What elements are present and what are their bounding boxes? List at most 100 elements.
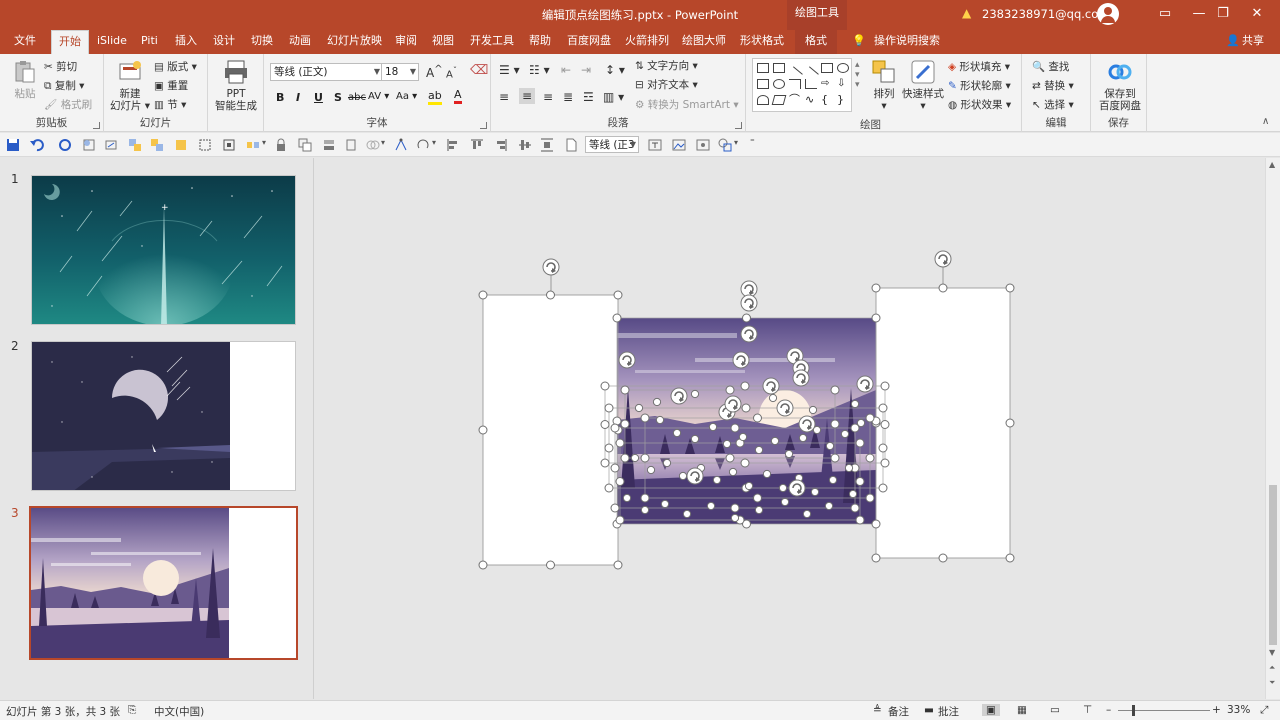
zoom-in-button[interactable]: + <box>1212 704 1221 716</box>
edit-point-handle[interactable] <box>808 405 818 415</box>
edit-point-handle[interactable] <box>622 493 632 503</box>
shape-rect-alt[interactable] <box>757 79 769 89</box>
resize-handle[interactable] <box>938 283 948 293</box>
next-slide-arrow[interactable]: ⏷ <box>1269 678 1275 688</box>
resize-handle[interactable] <box>830 453 840 463</box>
scroll-up-arrow[interactable]: ▲ <box>1269 160 1275 169</box>
scroll-down-arrow[interactable]: ▼ <box>1269 648 1275 657</box>
italic-button[interactable]: I <box>296 91 300 104</box>
char-spacing-button[interactable]: AV ▾ <box>368 91 389 102</box>
align-shapes-icon[interactable] <box>128 138 142 152</box>
edit-point-handle[interactable] <box>778 483 788 493</box>
paragraph-launcher[interactable] <box>735 122 742 129</box>
intersect-icon[interactable] <box>366 138 380 152</box>
vertical-scrollbar[interactable]: ▲ ▼ ⏶ ⏷ <box>1265 158 1280 699</box>
rotate-handle-icon[interactable] <box>686 467 704 485</box>
resize-handle[interactable] <box>830 419 840 429</box>
resize-handle[interactable] <box>620 385 630 395</box>
resize-handle[interactable] <box>741 403 751 413</box>
shape-right-arrow[interactable]: ⇨ <box>821 79 833 89</box>
shape-down-arrow[interactable]: ⇩ <box>837 79 849 89</box>
edit-point-handle[interactable] <box>646 465 656 475</box>
save-icon[interactable] <box>6 138 20 152</box>
crop-icon[interactable] <box>198 138 212 152</box>
highlight-color-button[interactable]: ab <box>428 89 442 105</box>
merge-shapes-icon[interactable] <box>174 138 188 152</box>
tab-format[interactable]: 格式 <box>795 30 837 54</box>
resize-handle[interactable] <box>478 425 488 435</box>
align-text-button[interactable]: ⊟ 对齐文本 ▾ <box>635 77 698 92</box>
tab-drawing-master[interactable]: 绘图大师 <box>682 30 726 54</box>
zoom-level[interactable]: 33% <box>1227 704 1250 716</box>
columns-button[interactable]: ▥ ▾ <box>603 90 624 104</box>
edit-point-handle[interactable] <box>722 439 732 449</box>
resize-handle[interactable] <box>753 413 762 423</box>
edit-point-handle[interactable] <box>730 513 740 523</box>
slide-thumbnail-1[interactable]: + <box>31 175 296 325</box>
underline-button[interactable]: U <box>314 91 323 104</box>
spellcheck-icon[interactable]: ⎘ <box>128 704 136 717</box>
slide-thumbnail-3[interactable] <box>29 506 298 660</box>
resize-handle[interactable] <box>610 503 620 513</box>
rotate-handle-icon[interactable] <box>788 479 806 497</box>
resize-handle[interactable] <box>938 553 948 563</box>
lock-icon[interactable] <box>274 138 288 152</box>
resize-handle[interactable] <box>613 560 623 570</box>
account-name[interactable]: 2383238971@qq.com <box>982 7 1109 21</box>
resize-handle[interactable] <box>725 385 735 395</box>
grow-font-button[interactable]: A^ <box>426 64 443 80</box>
resize-handle[interactable] <box>604 483 614 493</box>
resize-handle[interactable] <box>610 423 620 433</box>
resize-handle[interactable] <box>615 477 625 486</box>
resize-handle[interactable] <box>878 443 888 453</box>
tab-view[interactable]: 视图 <box>432 30 454 54</box>
resize-handle[interactable] <box>478 290 488 300</box>
image-icon[interactable] <box>672 138 686 152</box>
font-launcher[interactable] <box>480 122 487 129</box>
resize-handle[interactable] <box>615 515 625 525</box>
edit-point-handle[interactable] <box>706 501 716 511</box>
resize-handle[interactable] <box>880 381 890 391</box>
edit-point-handle[interactable] <box>824 501 834 511</box>
section-button[interactable]: ▥ 节 ▾ <box>154 97 186 112</box>
cut-button[interactable]: ✂ 剪切 <box>44 59 77 74</box>
bold-button[interactable]: B <box>276 91 284 104</box>
chevron-down-icon[interactable]: ▾ <box>734 138 748 152</box>
shape-curve[interactable]: ⌒ <box>789 94 801 105</box>
resize-handle[interactable] <box>620 453 630 463</box>
slide-thumbnail-2[interactable] <box>31 341 296 491</box>
tab-shape-format[interactable]: 形状格式 <box>740 30 784 54</box>
edit-point-handle[interactable] <box>802 509 812 519</box>
shape-cloud[interactable] <box>757 95 769 105</box>
resize-handle[interactable] <box>871 283 881 293</box>
change-case-button[interactable]: Aa ▾ <box>396 91 417 102</box>
distribute-icon[interactable] <box>246 138 260 152</box>
shape-effects-button[interactable]: ◍ 形状效果 ▾ <box>948 97 1011 112</box>
redo-icon[interactable] <box>58 138 72 152</box>
edit-point-handle[interactable] <box>850 399 860 409</box>
tab-rocket-arrange[interactable]: 火箭排列 <box>625 30 669 54</box>
font-family-combo[interactable]: 等线 (正文) ▼ <box>270 63 383 81</box>
font-size-combo[interactable]: 18 ▼ <box>381 63 419 81</box>
edit-point-handle[interactable] <box>640 505 650 515</box>
edit-point-handle[interactable] <box>712 475 722 485</box>
rotate-handle-icon[interactable] <box>740 325 758 343</box>
font-color-button[interactable]: A <box>454 88 462 104</box>
page-icon[interactable] <box>564 138 578 152</box>
selection-icon[interactable] <box>222 138 236 152</box>
quick-styles-button[interactable]: 快速样式 ▾ <box>902 58 944 112</box>
edit-point-handle[interactable] <box>690 389 700 399</box>
reset-button[interactable]: ▣ 重置 <box>154 78 188 93</box>
edit-point-handle[interactable] <box>678 471 688 481</box>
share-button[interactable]: 共享 <box>1242 30 1264 54</box>
tab-help[interactable]: 帮助 <box>529 30 551 54</box>
tell-me-search[interactable]: 操作说明搜索 <box>874 30 940 54</box>
save-to-baidu-button[interactable]: 保存到 百度网盘 <box>1094 58 1146 112</box>
paste-button[interactable]: 粘贴 <box>8 58 42 100</box>
tab-animations[interactable]: 动画 <box>289 30 311 54</box>
edit-point-handle[interactable] <box>690 434 700 444</box>
tab-piti[interactable]: Piti <box>141 30 158 54</box>
resize-handle[interactable] <box>730 503 740 513</box>
tab-baidu-netdisk[interactable]: 百度网盘 <box>567 30 611 54</box>
rotate-handle-icon[interactable] <box>934 250 952 268</box>
